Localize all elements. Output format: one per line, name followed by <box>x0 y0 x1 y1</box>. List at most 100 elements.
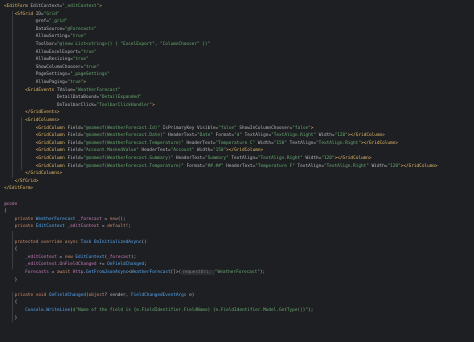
code-line[interactable]: DetailDataBound="DetailExpanded" <box>4 94 142 101</box>
code-token: Forecasts <box>25 270 49 275</box>
code-line[interactable]: AllowSorting="true" <box>4 33 86 40</box>
code-line[interactable]: AllowExcelExport="true" <box>4 49 97 56</box>
code-token: Field <box>67 156 81 161</box>
code-token: Width <box>316 133 332 139</box>
code-token: Width <box>194 148 211 154</box>
code-line[interactable]: <GridColumn Field="@nameof(WeatherForeca… <box>4 163 438 170</box>
code-token: > <box>310 125 314 131</box>
code-line[interactable]: } <box>4 277 18 284</box>
code-token: <EditForm <box>4 4 31 9</box>
code-token: <GridColumn <box>35 148 68 154</box>
code-line[interactable]: DataSource="@Forecasts" <box>4 26 97 33</box>
code-token: TextAlign <box>286 140 314 146</box>
code-token: object <box>88 292 105 298</box>
code-token: "Account" <box>170 148 195 154</box>
code-token: </EditForm> <box>4 186 34 192</box>
code-token: AllowSorting <box>35 34 68 40</box>
code-token: AllowExcelExport <box>35 49 79 55</box>
code-token: "_editContext" <box>62 4 100 9</box>
code-line[interactable]: private EditContext _editContext = defau… <box>4 223 131 230</box>
code-token: ; <box>144 262 147 268</box>
code-line[interactable]: <GridColumn Field="@nameof(WeatherForeca… <box>4 155 372 162</box>
code-line[interactable]: @ref="_grid" <box>4 18 68 25</box>
code-token: <GridColumn <box>35 163 68 169</box>
code-token: () <box>141 239 147 245</box>
code-line[interactable]: ShowColumnChooser="true" <box>4 64 99 71</box>
code-token: <GridColumn <box>35 140 68 146</box>
code-token: PageSettings <box>35 72 68 78</box>
code-line[interactable]: <GridColumn Field="Account.MaskedValue" … <box>4 147 263 154</box>
code-line[interactable]: <EditForm EditContext="_editContext"> <box>4 3 102 10</box>
code-token: "true" <box>80 49 97 55</box>
code-token: private void <box>14 292 49 298</box>
code-line[interactable]: _editContext = new EditContext(_forecast… <box>4 254 136 261</box>
code-line[interactable]: private WeatherForecast _forecast = new(… <box>4 216 126 223</box>
code-token: new <box>109 216 118 222</box>
indent-guide <box>21 117 22 171</box>
code-token: _editContext <box>25 262 57 268</box>
code-token: "false" <box>218 125 237 131</box>
code-line[interactable]: Console.WriteLine($"Name of the field is… <box>4 307 313 314</box>
code-token: _editContext <box>67 224 100 230</box>
code-token: "Temperature C" <box>215 140 256 146</box>
code-line[interactable]: { <box>4 299 18 306</box>
code-line[interactable]: PageSettings="_pageSettings" <box>4 71 110 78</box>
code-token: "120" <box>334 133 348 139</box>
code-token: = <box>99 224 108 230</box>
code-line[interactable]: _editContext.OnFieldChanged += OnFieldCh… <box>4 261 147 268</box>
code-line[interactable]: <GridColumn Field="@nameof(WeatherForeca… <box>4 132 385 139</box>
code-token: { <box>4 300 18 306</box>
code-line[interactable]: { <box>4 208 7 215</box>
code-editor[interactable]: <EditForm EditContext="_editContext"> <S… <box>0 0 474 342</box>
code-token: += <box>96 262 108 268</box>
code-token: default <box>107 224 126 230</box>
code-line[interactable]: Toolbar="@(new List<string>() { "ExcelEx… <box>4 41 211 48</box>
code-token: WeatherForecast <box>130 270 171 275</box>
code-line[interactable]: <GridColumn Field="@nameof(WeatherForeca… <box>4 125 314 132</box>
code-token: > <box>83 80 86 85</box>
code-line[interactable]: OnToolbarClick="ToolbarClickHandler"> <box>4 102 155 109</box>
code-line[interactable]: private void OnFieldChanged(object? send… <box>4 292 195 299</box>
code-line[interactable]: AllowResizing="true" <box>4 56 89 63</box>
code-token: = <box>48 270 57 275</box>
code-token: { <box>4 247 18 253</box>
code-line[interactable]: } <box>4 315 18 322</box>
code-token: $"Name of the field is {e.FieldIdentifie… <box>72 308 309 313</box>
code-token: <SfGrid <box>14 11 36 17</box>
code-line[interactable]: <GridColumn Field="@nameof(WeatherForeca… <box>4 140 398 147</box>
code-token: "150" <box>273 140 287 146</box>
code-token: </GridColumns> <box>25 171 63 177</box>
code-token: _forecast <box>78 216 102 222</box>
code-line[interactable]: </EditForm> <box>4 185 33 192</box>
code-token: ></GridColumn> <box>360 140 398 146</box>
code-token: "Date" <box>197 133 213 139</box>
code-token: ShowInColumnChooser <box>236 125 290 131</box>
indent-guide <box>12 291 13 323</box>
code-line[interactable]: { <box>4 246 18 253</box>
code-token: TextAlign <box>228 156 256 161</box>
code-token: Format <box>183 163 203 169</box>
code-token: AllowPaging <box>35 80 65 85</box>
code-token: HeaderText <box>173 156 203 161</box>
code-token: OnFieldChanged <box>48 292 86 298</box>
code-token: new <box>64 254 76 260</box>
code-line[interactable]: </SfGrid> <box>4 178 39 185</box>
code-line[interactable]: <GridEvents TValue="WeatherForecast" <box>4 87 120 94</box>
code-token: HeaderText <box>165 133 195 139</box>
code-line[interactable]: protected override async Task OnInitiali… <box>4 239 147 246</box>
code-line[interactable]: @code <box>4 201 17 208</box>
code-token: "@nameof(WeatherForecast.Temperature)" <box>83 163 184 169</box>
code-token: @code <box>4 201 18 207</box>
code-token: "Account.MaskedValue" <box>83 148 139 154</box>
code-token: "120" <box>387 163 401 169</box>
code-line[interactable]: AllowPaging="true"> <box>4 79 86 86</box>
code-token: "WeatherForecast" <box>214 270 260 275</box>
code-line[interactable]: Forecasts = await Http.GetFromJsonAsync<… <box>4 269 265 276</box>
code-token: ></GridColumn> <box>226 148 264 154</box>
